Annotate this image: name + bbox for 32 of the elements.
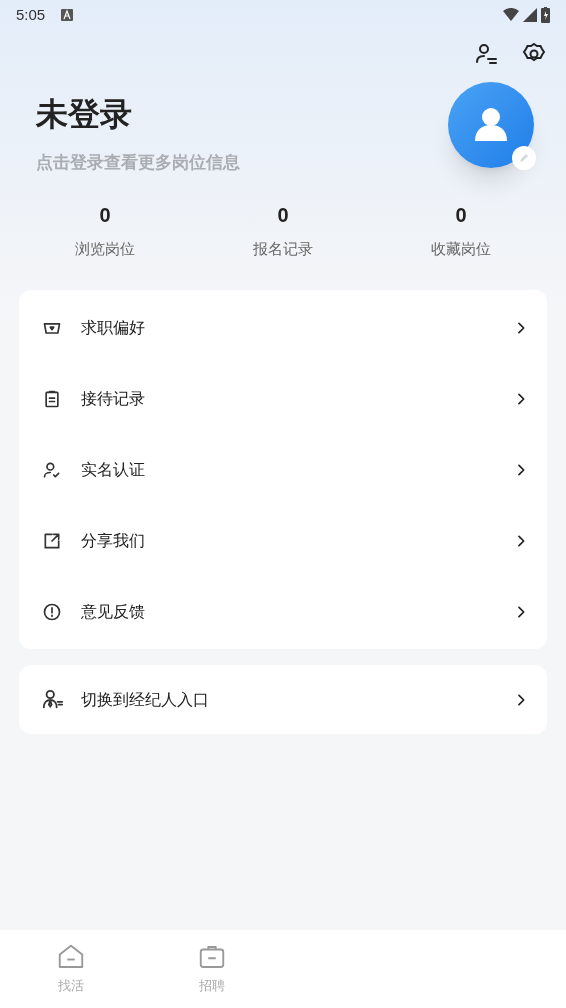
stat-value: 0 [455,202,467,228]
menu-label: 求职偏好 [81,317,146,338]
pencil-icon [518,152,530,164]
user-switch-icon [474,42,498,66]
alert-icon [42,601,62,622]
edit-badge[interactable] [512,146,536,170]
menu-item[interactable]: 分享我们 [19,505,547,576]
menu-item[interactable]: 接待记录 [19,363,547,434]
stat-value: 0 [99,202,111,228]
signal-icon [523,8,537,22]
menu-item[interactable]: 意见反馈 [19,576,547,647]
agent-icon [42,688,64,711]
clock: 5:05 [16,4,46,25]
stat-label[interactable]: 报名记录 [253,237,313,260]
menu-label: 分享我们 [81,530,146,551]
menu-label: 接待记录 [81,388,146,409]
menu-label: 切换到经纪人入口 [81,689,210,710]
wifi-icon [503,8,519,22]
switch-entry-item[interactable]: 切换到经纪人入口 [19,665,547,734]
share-icon [42,530,62,551]
stat-label[interactable]: 收藏岗位 [431,237,491,260]
menu-label: 实名认证 [81,459,146,480]
keyboard-icon [61,9,74,21]
stat-value: 0 [277,202,289,228]
switch-account-button[interactable] [474,42,498,66]
battery-icon [541,7,550,23]
menu-item[interactable]: 求职偏好 [19,292,547,363]
stat-label[interactable]: 浏览岗位 [75,237,135,260]
login-status-title: 未登录 [36,95,133,134]
clipboard-icon [42,388,62,409]
menu-item[interactable]: 实名认证 [19,434,547,505]
menu-label: 意见反馈 [81,601,146,622]
